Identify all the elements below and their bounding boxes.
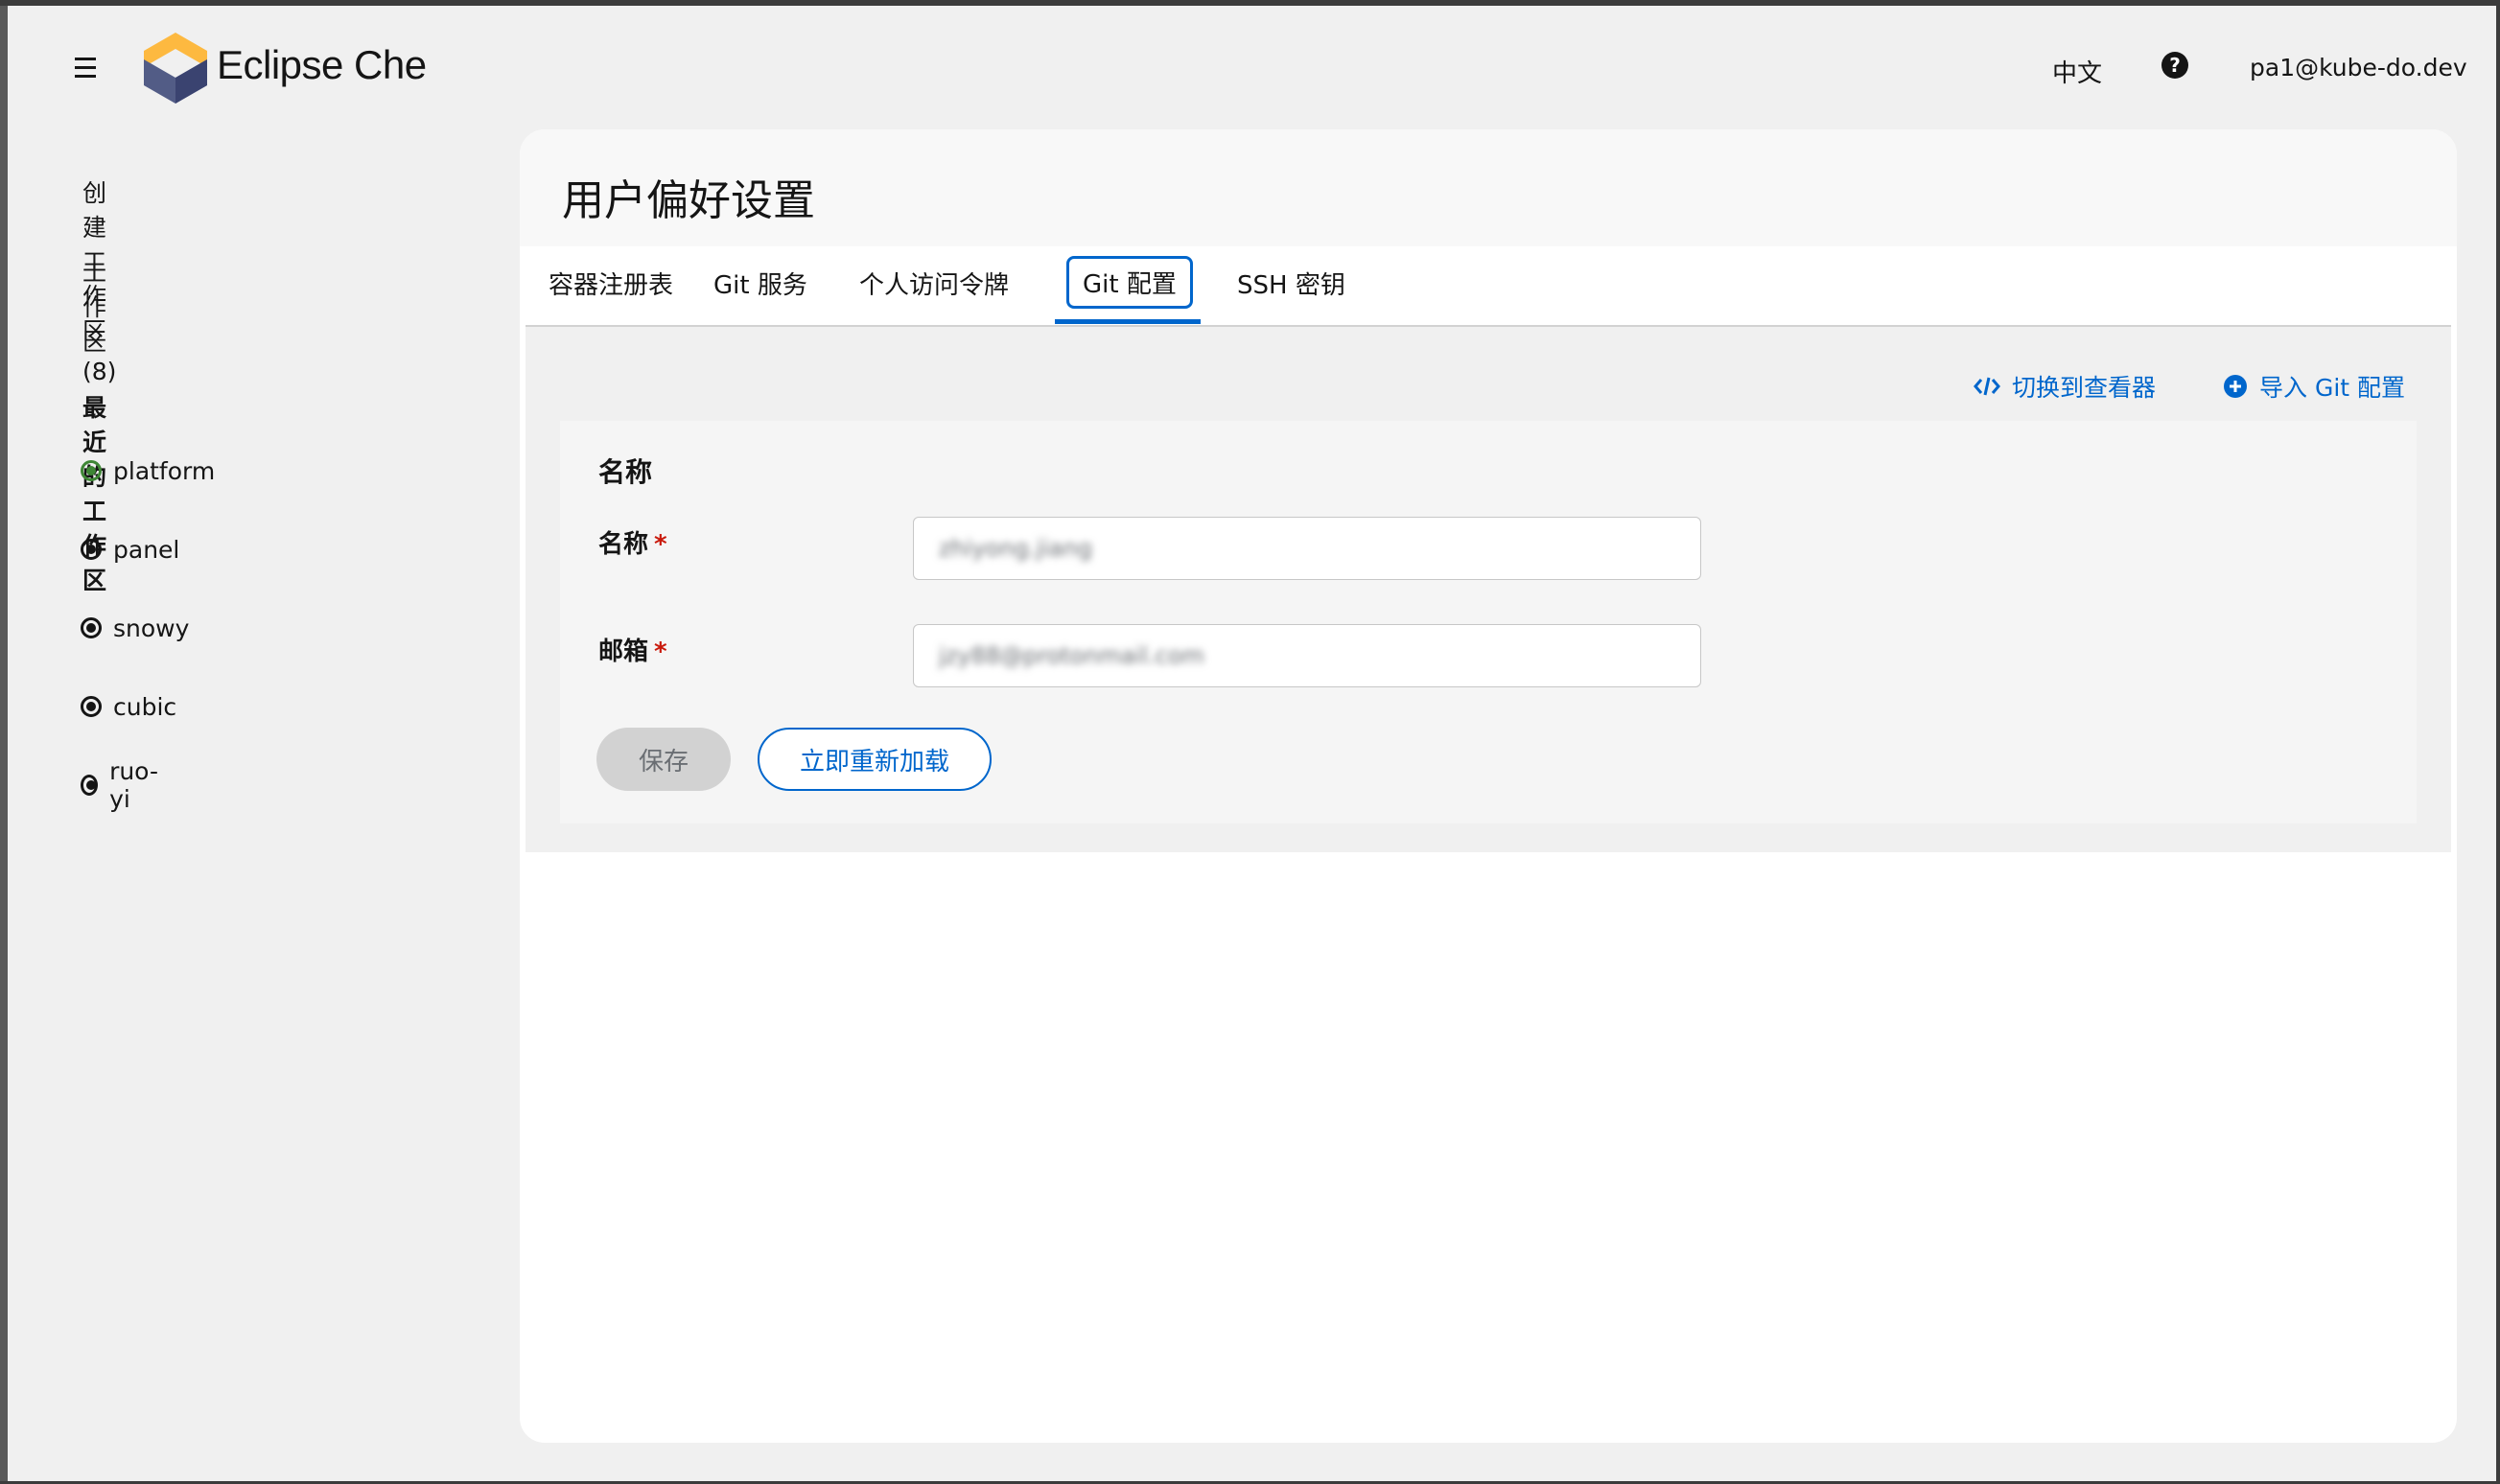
main-card: 用户偏好设置 容器注册表 Git 服务 个人访问令牌 Git 配置 SSH 密钥… [520, 129, 2457, 1443]
name-label-text: 名称 [598, 530, 649, 559]
email-input[interactable]: jzy88@protonmail.com [913, 624, 1701, 687]
recent-workspace-item[interactable]: ruo-yi [81, 757, 161, 813]
workspace-name: panel [113, 535, 180, 564]
stopped-status-icon [81, 617, 102, 638]
stopped-status-icon [81, 696, 102, 717]
name-input-value: zhiyong.jiang [939, 535, 1092, 562]
section-title: 名称 [598, 456, 653, 488]
switch-to-viewer-button[interactable]: 切换到查看器 [1974, 369, 2156, 404]
hamburger-menu-icon[interactable] [69, 50, 104, 84]
page-header: 用户偏好设置 [520, 129, 2457, 246]
running-status-icon [81, 460, 102, 481]
name-field-label: 名称 * [598, 524, 667, 560]
window-top-border [0, 0, 2500, 6]
email-input-value: jzy88@protonmail.com [939, 642, 1204, 669]
tab-git-services[interactable]: Git 服务 [713, 266, 807, 301]
recent-workspace-item[interactable]: panel [81, 533, 179, 566]
reload-now-button[interactable]: 立即重新加载 [758, 728, 992, 791]
import-git-config-button[interactable]: 导入 Git 配置 [2223, 369, 2405, 404]
git-config-form: 名称 名称 * zhiyong.jiang 邮箱 * jzy88@protonmai… [560, 421, 2417, 823]
stopped-status-icon [81, 539, 102, 560]
git-config-content: 切换到查看器 导入 Git 配置 名称 名称 * zhiyong.jiang 邮箱… [526, 327, 2451, 852]
required-asterisk: * [654, 530, 667, 559]
sidebar-item-workspaces[interactable]: 工作区 (8) [82, 254, 116, 385]
plus-circle-icon [2224, 375, 2247, 398]
tab-container-registries[interactable]: 容器注册表 [549, 266, 673, 301]
tab-bar: 容器注册表 Git 服务 个人访问令牌 Git 配置 SSH 密钥 [526, 246, 2451, 327]
import-git-config-label: 导入 Git 配置 [2259, 374, 2406, 402]
workspace-name: cubic [113, 692, 177, 721]
user-menu[interactable]: pa1@kube-do.dev [2250, 54, 2467, 81]
switch-to-viewer-label: 切换到查看器 [2012, 374, 2157, 402]
brand-name: Eclipse Che [217, 42, 427, 87]
window-right-border [2496, 6, 2500, 1484]
tab-git-config[interactable]: Git 配置 [1066, 256, 1193, 309]
email-label-text: 邮箱 [598, 638, 649, 666]
save-button[interactable]: 保存 [596, 728, 731, 791]
workspace-name: platform [113, 456, 216, 485]
recent-workspace-item[interactable]: snowy [81, 612, 189, 644]
required-asterisk: * [654, 638, 667, 666]
stopped-status-icon [81, 775, 99, 796]
question-circle-icon[interactable]: ? [2161, 52, 2188, 79]
email-field-label: 邮箱 * [598, 632, 667, 667]
name-input[interactable]: zhiyong.jiang [913, 517, 1701, 580]
language-switcher[interactable]: 中文 [2052, 54, 2102, 89]
recent-workspace-item[interactable]: cubic [81, 690, 176, 723]
page-title: 用户偏好设置 [562, 176, 815, 225]
workspace-name: ruo-yi [109, 757, 158, 813]
workspace-name: snowy [113, 614, 190, 642]
tab-personal-access-tokens[interactable]: 个人访问令牌 [859, 266, 1009, 301]
eclipse-che-logo [144, 33, 207, 104]
tab-ssh-keys[interactable]: SSH 密钥 [1237, 266, 1345, 301]
code-icon [1974, 377, 2000, 396]
active-tab-indicator [1055, 319, 1201, 324]
recent-workspace-item[interactable]: platform [81, 454, 215, 487]
window-left-border [0, 6, 8, 1484]
